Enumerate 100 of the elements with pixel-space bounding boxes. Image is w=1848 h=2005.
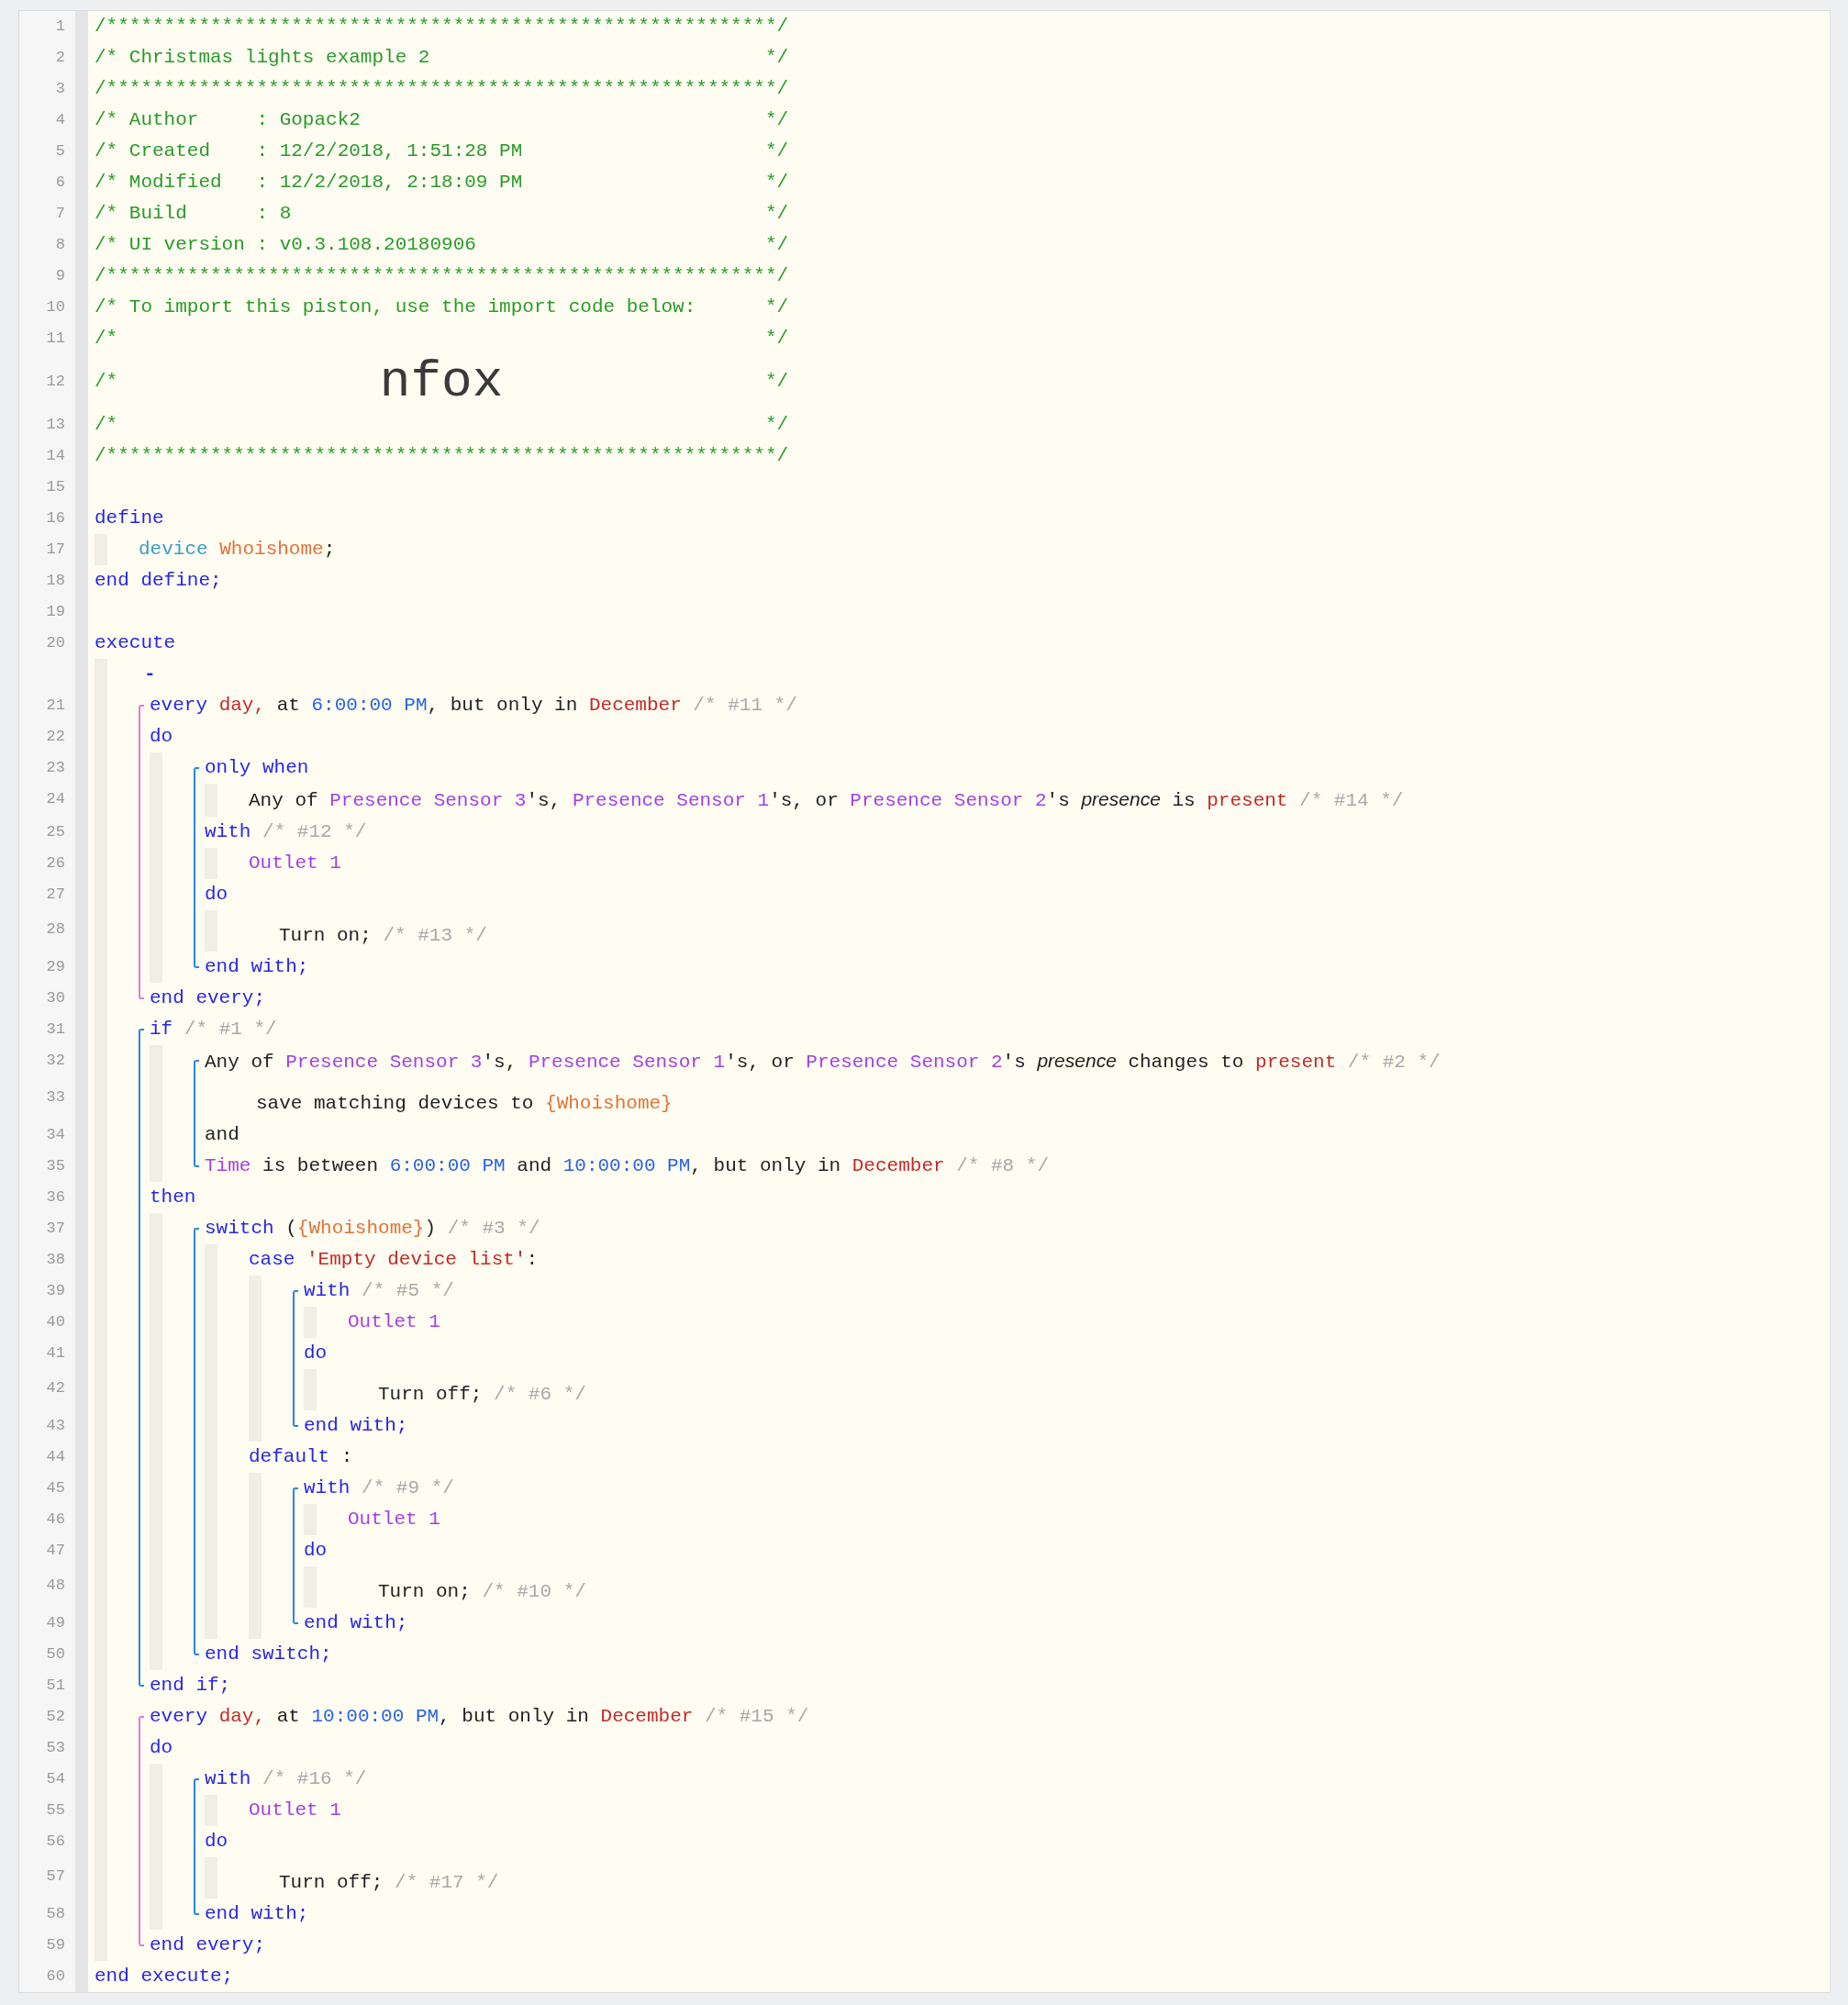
line-number: 41 (46, 1344, 65, 1362)
code-line: do (150, 1736, 173, 1760)
code-line: every day, at 10:00:00 PM, but only in December /* #15 */ (150, 1705, 809, 1729)
code-line: case 'Empty device list': (249, 1248, 539, 1272)
code-line: /**********************************************************/ (95, 15, 789, 39)
code-line: /* Author : Gopack2 */ (95, 108, 789, 132)
code-line: end with; (304, 1611, 408, 1635)
line-number: 25 (46, 823, 65, 841)
line-number: 18 (46, 572, 65, 589)
line-number: 10 (46, 298, 65, 316)
line-number: 53 (46, 1739, 65, 1756)
line-number: 19 (46, 603, 65, 620)
code-line: with /* #16 */ (205, 1767, 367, 1791)
code-line: /**********************************************************/ (95, 264, 789, 288)
code-line: do (304, 1539, 328, 1563)
code-line: end with; (304, 1414, 408, 1438)
line-number: 32 (46, 1052, 65, 1069)
code-line: /**********************************************************/ (95, 77, 789, 101)
code-line: end if; (150, 1674, 231, 1698)
line-number: 55 (46, 1801, 65, 1819)
line-number: 52 (46, 1708, 65, 1725)
code-line: do (304, 1342, 328, 1365)
line-number: 5 (55, 142, 65, 160)
code-line: switch ({Whoishome}) /* #3 */ (205, 1217, 540, 1241)
code-line: end every; (150, 1933, 266, 1957)
line-number: 36 (46, 1188, 65, 1206)
code-line: /* Christmas lights example 2 */ (95, 46, 789, 70)
line-number: 59 (46, 1936, 65, 1954)
code-line: Outlet 1 (348, 1310, 440, 1334)
line-number: 13 (46, 416, 65, 433)
code-line: /* */ (95, 327, 789, 351)
line-number: 27 (46, 886, 65, 903)
line-number: 46 (46, 1510, 65, 1528)
line-number: 29 (46, 958, 65, 975)
line-number: 44 (46, 1448, 65, 1465)
line-number: 49 (46, 1614, 65, 1632)
code-line: /* Created : 12/2/2018, 1:51:28 PM */ (95, 139, 789, 163)
line-number: 11 (46, 329, 65, 347)
code-line: and (205, 1123, 239, 1147)
code-line: end execute; (95, 1965, 234, 1988)
line-number: 48 (46, 1576, 65, 1594)
code-line: device Whoishome; (139, 538, 336, 562)
line-number: 26 (46, 854, 65, 872)
code-line: Outlet 1 (348, 1508, 440, 1532)
line-number: 58 (46, 1905, 65, 1922)
line-number: 17 (46, 540, 65, 558)
line-number: 3 (55, 80, 65, 97)
line-number: 38 (46, 1251, 65, 1268)
code-line: /* Modified : 12/2/2018, 2:18:09 PM */ (95, 171, 789, 195)
line-number: 14 (46, 447, 65, 464)
code-line: default : (249, 1445, 353, 1469)
line-number: 21 (46, 696, 65, 714)
line-number: 60 (46, 1967, 65, 1985)
line-number: 57 (46, 1867, 65, 1885)
line-number: 47 (46, 1542, 65, 1559)
code-line: Turn off; /* #17 */ (279, 1871, 499, 1895)
code-line: define (95, 507, 164, 530)
code-line: with /* #12 */ (205, 820, 367, 844)
code-line: do (150, 725, 173, 749)
line-number: 4 (55, 111, 65, 128)
line-number: 15 (46, 478, 65, 496)
code-line: Outlet 1 (249, 1799, 341, 1822)
line-number: 30 (46, 989, 65, 1007)
code-line: Turn on; /* #10 */ (378, 1580, 586, 1604)
code-line: every day, at 6:00:00 PM, but only in December /* #11 */ (150, 694, 797, 718)
line-number: 7 (55, 205, 65, 222)
code-line: /* Build : 8 */ (95, 202, 789, 226)
code-line: /* UI version : v0.3.108.20180906 */ (95, 233, 789, 257)
code-line: end with; (205, 1902, 309, 1926)
code-line: Any of Presence Sensor 3's, Presence Sensor 1's, or Presence Sensor 2's presence is present /* #14 */ (249, 787, 1404, 813)
code-line: end with; (205, 955, 309, 979)
code-line: end every; (150, 986, 266, 1010)
code-line: Any of Presence Sensor 3's, Presence Sensor 1's, or Presence Sensor 2's presence changes to present /* #2 */ (205, 1049, 1441, 1075)
code-line: only when (205, 756, 309, 780)
line-number: 51 (46, 1676, 65, 1694)
code-line: end define; (95, 569, 222, 593)
line-number: 12 (46, 373, 65, 390)
line-number: 33 (46, 1088, 65, 1106)
line-number: 35 (46, 1157, 65, 1175)
line-number: 43 (46, 1417, 65, 1434)
line-number: 31 (46, 1020, 65, 1038)
code-line: /* */ (95, 413, 789, 437)
code-line: Outlet 1 (249, 852, 341, 875)
code-line: with /* #9 */ (304, 1476, 454, 1500)
code-line: Turn off; /* #6 */ (378, 1383, 586, 1407)
code-line: /* nfox */ (95, 354, 789, 409)
code-line: do (205, 883, 228, 907)
line-number: 42 (46, 1379, 65, 1397)
line-number: 56 (46, 1832, 65, 1850)
code-line: with /* #5 */ (304, 1279, 454, 1303)
code-line: execute (95, 631, 176, 655)
code-line: do (205, 1830, 228, 1854)
line-number: 50 (46, 1645, 65, 1663)
line-number: 23 (46, 759, 65, 776)
line-number: 22 (46, 728, 65, 745)
code-line: Time is between 6:00:00 PM and 10:00:00 PM, but only in December /* #8 */ (205, 1154, 1049, 1178)
line-number: 6 (55, 173, 65, 191)
line-number: 37 (46, 1220, 65, 1237)
line-number: 9 (55, 267, 65, 284)
line-number: 1 (55, 17, 65, 35)
